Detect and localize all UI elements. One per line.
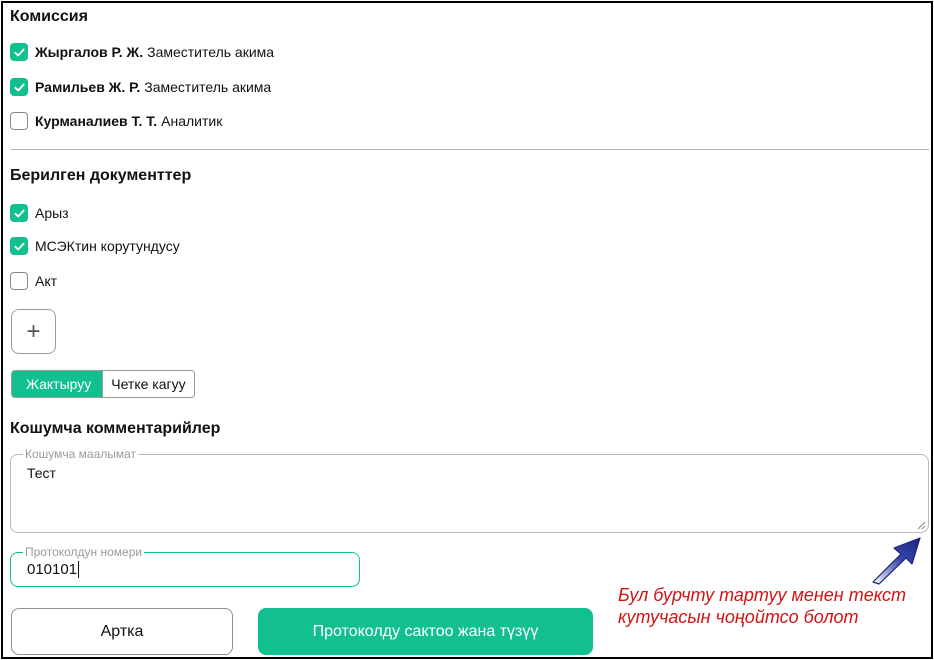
plus-icon: + — [26, 317, 41, 345]
document-label: Акт — [35, 273, 58, 289]
comments-value: Тест — [27, 465, 56, 481]
comments-textarea[interactable]: Кошумча маалымат Тест — [10, 448, 929, 533]
checkbox-unchecked-icon[interactable] — [10, 272, 28, 290]
member-name: Рамильев Ж. Р. — [35, 79, 141, 95]
checkbox-unchecked-icon[interactable] — [10, 112, 28, 130]
add-document-button[interactable]: + — [11, 309, 56, 354]
arrow-icon — [872, 537, 921, 585]
document-label: Арыз — [35, 205, 69, 221]
member-role: Аналитик — [161, 113, 223, 129]
reject-button[interactable]: Четке кагуу — [102, 371, 194, 397]
protocol-field-label: Протоколдун номери — [23, 545, 145, 559]
member-role: Заместитель акима — [144, 79, 272, 95]
checkbox-checked-icon[interactable] — [10, 43, 28, 61]
approve-button[interactable]: Жактыруу — [12, 371, 103, 397]
back-button[interactable]: Артка — [11, 608, 233, 655]
member-role: Заместитель акима — [147, 44, 275, 60]
comments-field-label: Кошумча маалымат — [23, 447, 139, 461]
documents-heading: Берилген документтер — [10, 167, 192, 184]
decision-toggle: Жактыруу Четке кагуу — [11, 370, 195, 398]
document-item-3[interactable]: Акт — [10, 271, 57, 291]
section-divider — [11, 149, 929, 150]
resize-handle-icon[interactable] — [917, 521, 926, 530]
protocol-number-input[interactable]: Протоколдун номери 010101 — [10, 546, 360, 587]
checkbox-checked-icon[interactable] — [10, 237, 28, 255]
commission-heading: Комиссия — [10, 8, 88, 25]
commission-member-2[interactable]: Рамильев Ж. Р. Заместитель акима — [10, 77, 271, 97]
document-item-2[interactable]: МСЭКтин корутундусу — [10, 236, 180, 256]
member-name: Курманалиев Т. Т. — [35, 113, 158, 129]
resize-hint-annotation: Бул бурчту тартуу менен текст кутучасын … — [618, 585, 906, 627]
save-protocol-button[interactable]: Протоколду сактоо жана түзүү — [258, 608, 593, 655]
document-label: МСЭКтин корутундусу — [35, 238, 180, 254]
commission-member-1[interactable]: Жыргалов Р. Ж. Заместитель акима — [10, 42, 274, 62]
checkbox-checked-icon[interactable] — [10, 204, 28, 222]
document-item-1[interactable]: Арыз — [10, 203, 69, 223]
commission-member-3[interactable]: Курманалиев Т. Т. Аналитик — [10, 111, 222, 131]
checkbox-checked-icon[interactable] — [10, 78, 28, 96]
comments-heading: Кошумча комментарийлер — [10, 420, 221, 437]
protocol-form-window: Комиссия Жыргалов Р. Ж. Заместитель аким… — [1, 1, 933, 659]
member-name: Жыргалов Р. Ж. — [35, 44, 144, 60]
protocol-value: 010101 — [27, 561, 78, 578]
text-cursor — [78, 561, 80, 578]
